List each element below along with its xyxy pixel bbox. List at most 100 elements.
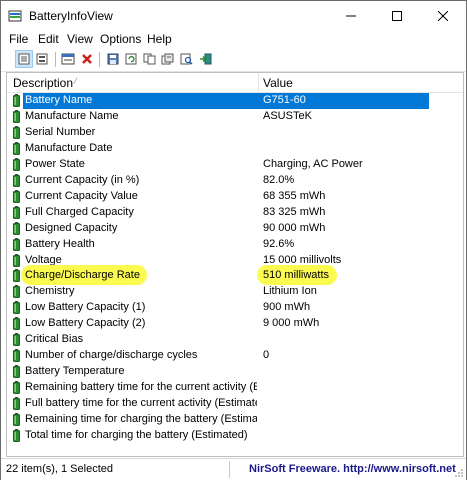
list-item[interactable]: Remaining time for charging the battery … xyxy=(7,412,463,428)
battery-icon xyxy=(13,317,20,331)
list-item[interactable]: Manufacture Name ASUSTeK xyxy=(7,109,463,125)
row-value: 82.0% xyxy=(263,173,295,186)
battery-icon xyxy=(13,381,20,395)
battery-info-mode-button[interactable] xyxy=(15,50,33,68)
list-item[interactable]: Battery Name G751-60 xyxy=(7,93,463,109)
battery-icon xyxy=(13,285,20,299)
row-value: G751-60 xyxy=(263,94,306,106)
menu-help[interactable]: Help xyxy=(147,32,172,46)
nirsoft-link[interactable]: NirSoft Freeware. http://www.nirsoft.net xyxy=(249,463,456,475)
row-description: Voltage xyxy=(25,253,62,266)
menu-edit[interactable]: Edit xyxy=(38,32,59,46)
list-item[interactable]: Low Battery Capacity (1) 900 mWh xyxy=(7,300,463,316)
row-description: Manufacture Name xyxy=(25,109,119,122)
list-item[interactable]: Designed Capacity 90 000 mWh xyxy=(7,221,463,237)
row-description: Current Capacity Value xyxy=(25,189,138,202)
row-description: Remaining battery time for the current a… xyxy=(25,381,257,394)
battery-icon xyxy=(13,397,20,411)
row-description: Full battery time for the current activi… xyxy=(25,397,257,410)
menu-options[interactable]: Options xyxy=(100,32,141,46)
close-button[interactable] xyxy=(420,1,466,31)
column-divider[interactable] xyxy=(258,73,259,92)
copy-icon xyxy=(143,53,155,65)
list-item[interactable]: Low Battery Capacity (2) 9 000 mWh xyxy=(7,316,463,332)
close-icon xyxy=(438,11,448,21)
exit-button[interactable] xyxy=(196,50,214,68)
title-bar[interactable]: BatteryInfoView xyxy=(1,1,466,31)
column-header-description[interactable]: Description xyxy=(13,76,73,90)
find-icon xyxy=(180,53,193,65)
battery-icon xyxy=(13,365,20,379)
save-icon xyxy=(107,53,119,65)
list-item[interactable]: Current Capacity (in %) 82.0% xyxy=(7,173,463,189)
list-item[interactable]: Serial Number xyxy=(7,125,463,141)
list-view-icon xyxy=(18,53,30,65)
battery-icon xyxy=(13,173,20,187)
list-item[interactable]: Current Capacity Value 68 355 mWh xyxy=(7,189,463,205)
column-header-value[interactable]: Value xyxy=(263,76,293,90)
battery-log-mode-button[interactable] xyxy=(33,50,51,68)
list-item[interactable]: Manufacture Date xyxy=(7,141,463,157)
list-item[interactable]: Full Charged Capacity 83 325 mWh xyxy=(7,205,463,221)
row-description: Full Charged Capacity xyxy=(25,205,134,218)
menu-view[interactable]: View xyxy=(67,32,93,46)
row-description: Battery Health xyxy=(25,237,95,250)
list-item[interactable]: Chemistry Lithium Ion xyxy=(7,284,463,300)
log-view-icon xyxy=(36,53,48,65)
minimize-icon xyxy=(346,15,356,17)
row-description: Number of charge/discharge cycles xyxy=(25,349,198,362)
row-description: Remaining time for charging the battery … xyxy=(25,413,257,425)
row-description: Charge/Discharge Rate xyxy=(25,269,140,282)
list-item[interactable]: Critical Bias xyxy=(7,332,463,348)
list-item[interactable]: Power State Charging, AC Power xyxy=(7,157,463,173)
list-header: Description ⁄ Value xyxy=(7,73,463,93)
list-item[interactable]: Remaining battery time for the current a… xyxy=(7,380,463,396)
battery-icon xyxy=(13,125,20,139)
copy-button[interactable] xyxy=(140,50,158,68)
row-value: Lithium Ion xyxy=(263,285,317,298)
save-button[interactable] xyxy=(104,50,122,68)
row-value: Charging, AC Power xyxy=(263,157,363,170)
row-description: Designed Capacity xyxy=(25,221,118,234)
properties-button[interactable] xyxy=(59,50,77,68)
refresh-button[interactable] xyxy=(122,50,140,68)
battery-icon xyxy=(13,221,20,235)
list-item[interactable]: Battery Health 92.6% xyxy=(7,237,463,253)
list-item[interactable]: Battery Temperature xyxy=(7,364,463,380)
list-item[interactable]: Number of charge/discharge cycles 0 xyxy=(7,348,463,364)
window-title: BatteryInfoView xyxy=(29,9,113,23)
row-value: 83 325 mWh xyxy=(263,205,326,218)
row-description: Low Battery Capacity (2) xyxy=(25,317,146,330)
row-description: Total time for charging the battery (Est… xyxy=(25,428,248,441)
minimize-button[interactable] xyxy=(328,1,374,31)
status-item-count: 22 item(s), 1 Selected xyxy=(6,463,113,475)
list-item[interactable]: Total time for charging the battery (Est… xyxy=(7,428,463,444)
app-window: BatteryInfoView File Edit View Options H… xyxy=(0,0,467,480)
battery-icon xyxy=(13,428,20,442)
battery-icon xyxy=(13,333,20,347)
maximize-button[interactable] xyxy=(374,1,420,31)
menu-bar: File Edit View Options Help xyxy=(1,31,466,49)
list-item[interactable]: Full battery time for the current activi… xyxy=(7,396,463,412)
battery-info-list[interactable]: Description ⁄ Value Battery Name G751-60 M… xyxy=(6,72,464,457)
row-description: Chemistry xyxy=(25,285,75,298)
list-item[interactable]: Charge/Discharge Rate 510 milliwatts xyxy=(7,265,463,286)
battery-icon xyxy=(13,189,20,203)
row-description: Low Battery Capacity (1) xyxy=(25,301,146,314)
html-report-button[interactable] xyxy=(158,50,176,68)
battery-icon xyxy=(13,109,20,123)
row-value: 510 milliwatts xyxy=(263,269,330,282)
battery-icon xyxy=(13,413,20,426)
battery-icon xyxy=(13,253,20,267)
row-value: 68 355 mWh xyxy=(263,189,326,202)
battery-icon xyxy=(13,349,20,363)
row-value: 9 000 mWh xyxy=(263,317,320,330)
menu-file[interactable]: File xyxy=(9,32,28,46)
delete-button[interactable] xyxy=(78,50,96,68)
resize-grip-icon[interactable] xyxy=(454,468,464,478)
find-button[interactable] xyxy=(177,50,195,68)
battery-app-icon xyxy=(8,10,22,22)
row-description: Serial Number xyxy=(25,125,96,138)
row-value: 0 xyxy=(263,349,270,362)
row-description: Battery Temperature xyxy=(25,365,125,378)
